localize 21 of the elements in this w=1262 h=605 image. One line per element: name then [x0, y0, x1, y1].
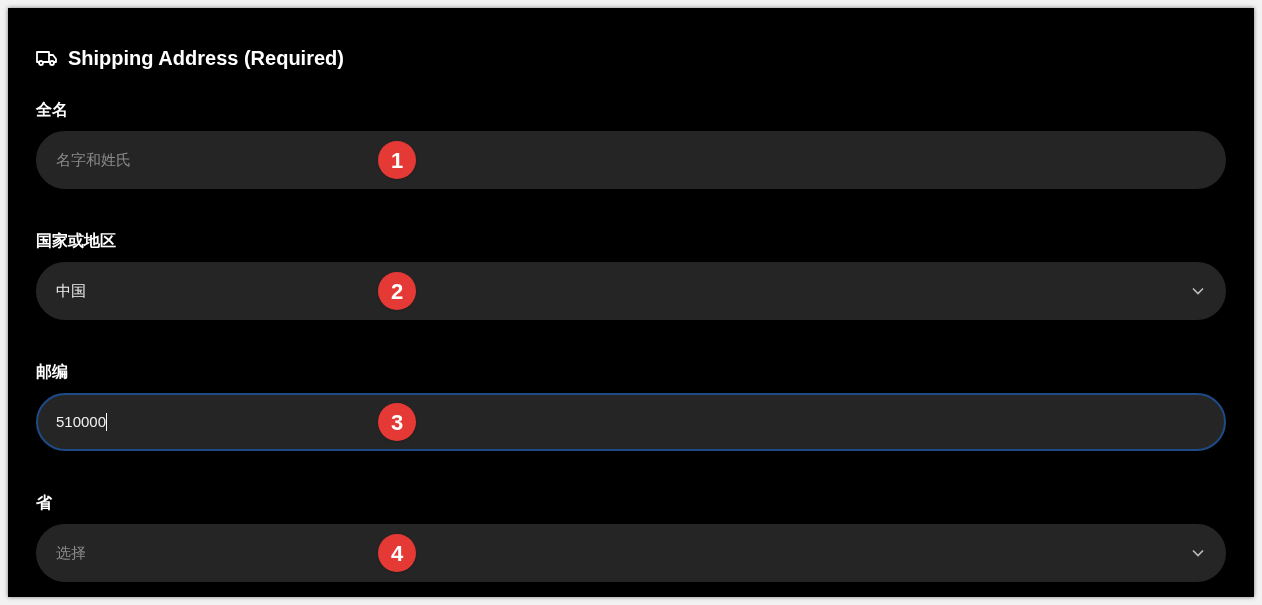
annotation-badge: 2 — [378, 272, 416, 310]
select-field[interactable]: 选择 4 — [36, 524, 1226, 582]
text-cursor — [106, 413, 108, 431]
field-label: 全名 — [36, 100, 69, 120]
truck-icon — [36, 50, 58, 66]
annotation-badge: 1 — [378, 141, 416, 179]
select-field[interactable]: 中国 2 — [36, 262, 1226, 320]
chevron-down-icon — [1192, 287, 1204, 295]
section-title: Shipping Address (Required) — [68, 46, 344, 71]
input-field[interactable]: 510000 3 — [36, 393, 1226, 451]
field-label: 省 — [36, 493, 53, 513]
field-placeholder: 选择 — [56, 542, 86, 563]
field-placeholder: 名字和姓氏 — [56, 149, 131, 170]
annotation-badge: 3 — [378, 403, 416, 441]
input-field[interactable]: 名字和姓氏 1 — [36, 131, 1226, 189]
field-value: 中国 — [56, 280, 86, 301]
chevron-down-icon — [1192, 549, 1204, 557]
field-label: 国家或地区 — [36, 231, 117, 251]
field-label: 邮编 — [36, 362, 69, 382]
annotation-badge: 4 — [378, 534, 416, 572]
field-value: 510000 — [56, 411, 107, 432]
